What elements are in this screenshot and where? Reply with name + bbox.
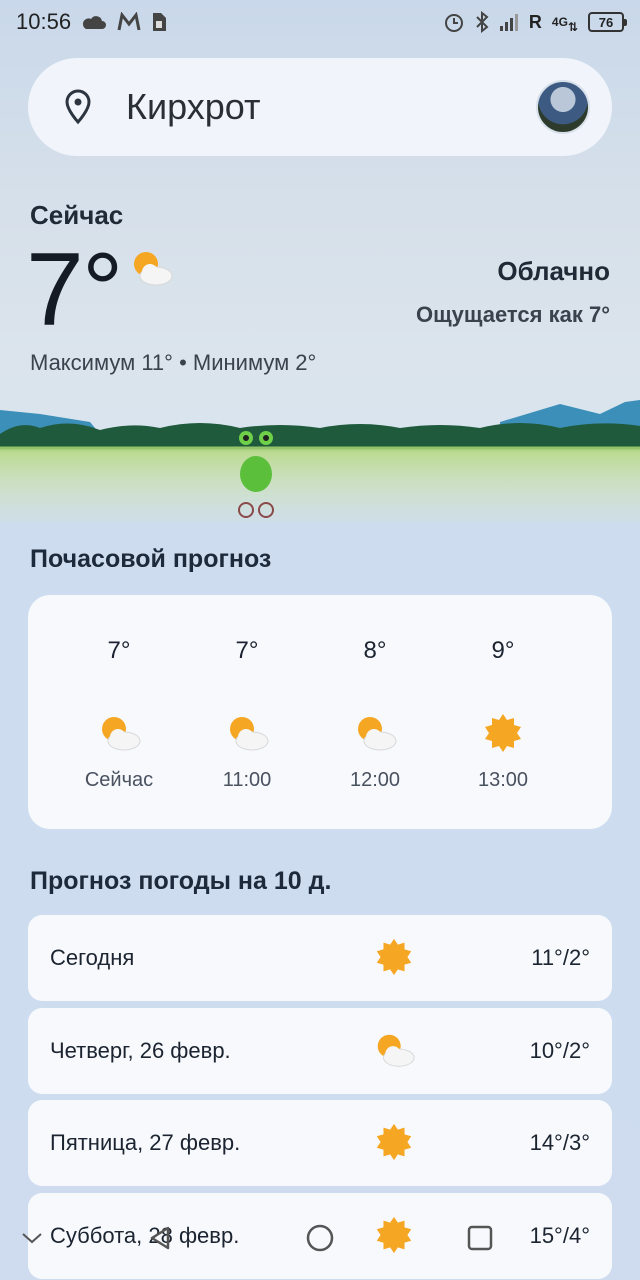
status-time: 10:56 xyxy=(16,9,72,34)
location-pin-icon xyxy=(62,89,94,125)
hour-temp: 7° xyxy=(235,637,259,664)
hourly-item[interactable]: 1 xyxy=(576,595,612,829)
cloud-icon xyxy=(81,14,107,30)
partly-cloudy-icon xyxy=(358,717,397,751)
sun-icon xyxy=(376,938,412,976)
partly-cloudy-icon xyxy=(377,1034,415,1067)
day-name: Четверг, 26 февр. xyxy=(50,1038,231,1063)
sim-icon xyxy=(151,12,167,32)
day-name: Пятница, 27 февр. xyxy=(50,1130,241,1155)
roaming-icon: R xyxy=(528,11,542,32)
min-max-text: Максимум 11° • Минимум 2° xyxy=(30,350,317,375)
hour-temp: 8° xyxy=(363,637,387,664)
hour-time: Сейчас xyxy=(84,769,154,791)
hourly-item[interactable]: 9° 13:00 xyxy=(448,595,558,829)
m-logo-icon xyxy=(117,12,141,32)
hourly-item[interactable]: 7° 11:00 xyxy=(192,595,302,829)
scenery-illustration xyxy=(0,400,640,522)
partly-cloudy-icon xyxy=(134,252,173,286)
now-label: Сейчас xyxy=(30,200,124,230)
signal-icon xyxy=(499,12,519,32)
daily-row[interactable]: Сегодня 11°/2° xyxy=(28,915,612,1001)
hour-temp: 9° xyxy=(491,637,515,664)
condition-text: Облачно xyxy=(497,256,610,286)
data-icon: 4G ⇅ xyxy=(551,14,578,34)
sun-icon xyxy=(485,714,521,752)
day-name: Сегодня xyxy=(50,945,135,970)
day-temps: 14°/3° xyxy=(529,1130,590,1155)
sun-icon xyxy=(376,1123,412,1161)
hour-time: 11:00 xyxy=(222,769,272,791)
avatar[interactable] xyxy=(536,80,590,134)
feels-like-text: Ощущается как 7° xyxy=(416,302,610,327)
battery-icon: 76 xyxy=(588,12,627,32)
hourly-item[interactable]: 8° 12:00 xyxy=(320,595,430,829)
status-bar: 10:56 R 4G ⇅ 76 xyxy=(0,0,640,44)
location-search-bar[interactable]: Кирхрот xyxy=(28,58,612,156)
location-name: Кирхрот xyxy=(126,86,261,127)
daily-row[interactable]: Четверг, 26 февр. 10°/2° xyxy=(28,1008,612,1094)
hourly-title: Почасовой прогноз xyxy=(30,545,272,573)
partly-cloudy-icon xyxy=(230,717,269,751)
bluetooth-icon xyxy=(475,11,489,33)
navigation-bar xyxy=(0,1208,640,1268)
day-temps: 11°/2° xyxy=(531,945,590,970)
hourly-forecast-card[interactable]: 7° Сейчас 7° 11:00 8° 12:00 9° 13:00 xyxy=(28,595,612,829)
current-temperature: 7° xyxy=(26,232,123,348)
home-icon[interactable] xyxy=(302,1220,338,1256)
partly-cloudy-icon xyxy=(102,717,141,751)
daily-title: Прогноз погоды на 10 д. xyxy=(30,867,332,895)
daily-row[interactable]: Пятница, 27 февр. 14°/3° xyxy=(28,1100,612,1186)
hour-time: 13:00 xyxy=(477,769,529,791)
chevron-down-icon[interactable] xyxy=(14,1220,50,1256)
hour-temp: 7° xyxy=(107,637,131,664)
alarm-icon xyxy=(443,11,465,33)
day-temps: 10°/2° xyxy=(529,1038,590,1063)
recents-icon[interactable] xyxy=(462,1220,498,1256)
hour-time: 12:00 xyxy=(349,769,401,791)
hour-time: 1 xyxy=(576,769,612,792)
hourly-item[interactable]: 7° Сейчас xyxy=(64,595,174,829)
back-icon[interactable] xyxy=(142,1220,178,1256)
